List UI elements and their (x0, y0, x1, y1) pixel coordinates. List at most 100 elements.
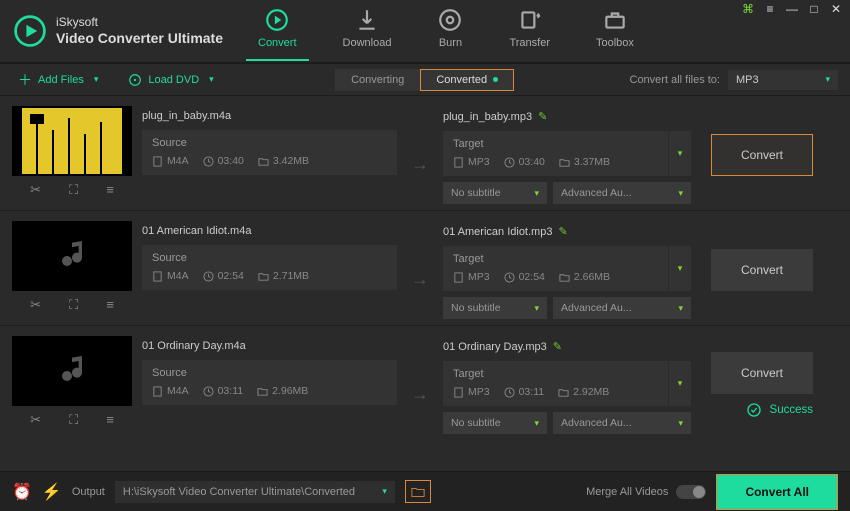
subtitle-select[interactable]: No subtitle▾ (443, 297, 547, 319)
subtitle-select[interactable]: No subtitle▾ (443, 182, 547, 204)
source-panel: Source M4A 03:11 2.96MB (142, 360, 397, 405)
trim-icon[interactable]: ✂ (30, 297, 41, 313)
add-files-button[interactable]: ＋ Add Files ▾ (12, 68, 104, 92)
clock-icon (203, 156, 214, 167)
convert-all-button[interactable]: Convert All (716, 474, 838, 510)
convert-button[interactable]: Convert (711, 249, 813, 291)
plus-icon: ＋ (18, 70, 32, 90)
folder-icon (559, 157, 570, 168)
source-filename: plug_in_baby.m4a (142, 110, 397, 122)
target-format-select[interactable]: ▾ (669, 361, 691, 406)
source-filename: 01 Ordinary Day.m4a (142, 340, 397, 352)
effects-icon[interactable]: ≡ (106, 182, 114, 198)
thumbnail[interactable] (12, 221, 132, 291)
effects-icon[interactable]: ≡ (106, 297, 114, 313)
trim-icon[interactable]: ✂ (30, 412, 41, 428)
success-status: Success (711, 402, 813, 418)
thumb-tools: ✂ ⛶ ≡ (12, 179, 132, 201)
window-controls: ⌘ ≡ — □ ✕ (740, 2, 844, 16)
brand-line2: Video Converter Ultimate (56, 30, 223, 47)
target-format-select[interactable]: ▾ (669, 246, 691, 291)
brand-line1: iSkysoft (56, 15, 223, 29)
promo-icon[interactable]: ⌘ (740, 2, 756, 16)
close-icon[interactable]: ✕ (828, 2, 844, 16)
folder-icon (558, 387, 569, 398)
crop-icon[interactable]: ⛶ (69, 182, 78, 198)
convert-icon (264, 7, 290, 33)
output-path-select[interactable]: H:\iSkysoft Video Converter Ultimate\Con… (115, 481, 395, 503)
merge-label: Merge All Videos (586, 486, 668, 498)
merge-toggle[interactable] (676, 485, 706, 499)
folder-icon (257, 386, 268, 397)
download-icon (354, 7, 380, 33)
folder-icon (258, 271, 269, 282)
clock-icon (203, 386, 214, 397)
edit-icon[interactable]: ✎ (538, 110, 547, 123)
crop-icon[interactable]: ⛶ (69, 412, 78, 428)
file-row: ✂ ⛶ ≡ plug_in_baby.m4a Source M4A 03:40 … (0, 96, 850, 211)
crop-icon[interactable]: ⛶ (69, 297, 78, 313)
file-icon (453, 272, 464, 283)
burn-icon (437, 7, 463, 33)
thumbnail[interactable] (12, 106, 132, 176)
nav-transfer[interactable]: Transfer (503, 3, 556, 59)
clock-icon (504, 387, 515, 398)
tab-converted[interactable]: Converted (420, 69, 514, 91)
thumb-tools: ✂ ⛶ ≡ (12, 294, 132, 316)
audio-track-select[interactable]: Advanced Au...▾ (553, 412, 691, 434)
file-icon (453, 387, 464, 398)
app-logo-icon (12, 13, 48, 49)
minimize-icon[interactable]: — (784, 2, 800, 16)
file-icon (152, 386, 163, 397)
thumbnail[interactable] (12, 336, 132, 406)
trim-icon[interactable]: ✂ (30, 182, 41, 198)
toolbar: ＋ Add Files ▾ Load DVD ▾ Converting Conv… (0, 64, 850, 96)
open-output-folder-button[interactable] (405, 480, 431, 503)
maximize-icon[interactable]: □ (806, 2, 822, 16)
nav-toolbox[interactable]: Toolbox (590, 3, 640, 59)
clock-icon (504, 157, 515, 168)
nav-burn[interactable]: Burn (431, 3, 469, 59)
convert-button[interactable]: Convert (711, 352, 813, 394)
gpu-accel-icon[interactable]: ⚡ (42, 482, 62, 502)
header: iSkysoft Video Converter Ultimate Conver… (0, 0, 850, 64)
chevron-down-icon: ▾ (209, 74, 214, 85)
chevron-down-icon: ▾ (678, 148, 683, 159)
nav-download[interactable]: Download (337, 3, 398, 59)
footer: ⏰ ⚡ Output H:\iSkysoft Video Converter U… (0, 471, 850, 511)
effects-icon[interactable]: ≡ (106, 412, 114, 428)
app-brand: iSkysoft Video Converter Ultimate (12, 13, 232, 49)
menu-icon[interactable]: ≡ (762, 2, 778, 16)
target-panel: Target MP3 03:11 2.92MB (443, 361, 668, 406)
file-icon (152, 156, 163, 167)
output-format-select[interactable]: MP3 ▾ (728, 70, 838, 90)
target-filename: 01 Ordinary Day.mp3✎ (443, 340, 691, 353)
source-filename: 01 American Idiot.m4a (142, 225, 397, 237)
target-format-select[interactable]: ▾ (669, 131, 691, 176)
schedule-icon[interactable]: ⏰ (12, 482, 32, 502)
transfer-icon (517, 7, 543, 33)
subtitle-select[interactable]: No subtitle▾ (443, 412, 547, 434)
folder-icon (411, 485, 425, 499)
tab-converting[interactable]: Converting (335, 69, 420, 91)
audio-track-select[interactable]: Advanced Au...▾ (553, 182, 691, 204)
audio-track-select[interactable]: Advanced Au...▾ (553, 297, 691, 319)
arrow-right-icon: → (411, 269, 429, 290)
arrow-right-icon: → (411, 154, 429, 175)
music-note-icon (52, 351, 92, 391)
convert-all-to: Convert all files to: MP3 ▾ (630, 70, 838, 90)
target-panel: Target MP3 02:54 2.66MB (443, 246, 668, 291)
file-icon (453, 157, 464, 168)
edit-icon[interactable]: ✎ (553, 340, 562, 353)
status-dot-icon (493, 77, 498, 82)
load-dvd-button[interactable]: Load DVD ▾ (122, 71, 219, 89)
folder-icon (258, 156, 269, 167)
file-list: ✂ ⛶ ≡ plug_in_baby.m4a Source M4A 03:40 … (0, 96, 850, 471)
convert-button[interactable]: Convert (711, 134, 813, 176)
target-panel: Target MP3 03:40 3.37MB (443, 131, 668, 176)
nav-convert[interactable]: Convert (252, 3, 303, 59)
source-panel: Source M4A 03:40 3.42MB (142, 130, 397, 175)
disc-icon (128, 73, 142, 87)
edit-icon[interactable]: ✎ (558, 225, 567, 238)
folder-icon (559, 272, 570, 283)
